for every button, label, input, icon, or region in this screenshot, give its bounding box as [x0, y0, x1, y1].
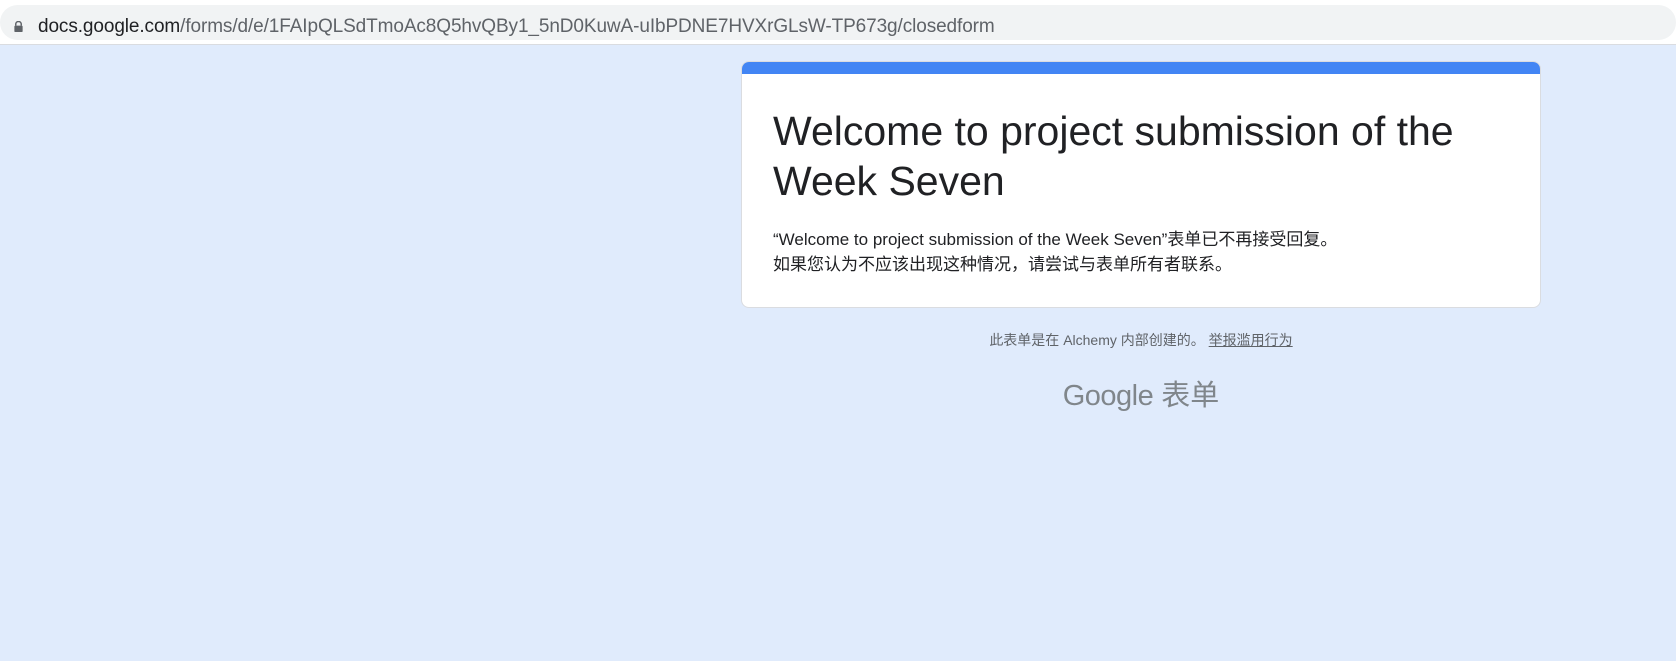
browser-address-bar: docs.google.com/forms/d/e/1FAIpQLSdTmoAc… [0, 0, 1676, 45]
lock-icon[interactable] [13, 21, 24, 32]
closed-message: “Welcome to project submission of the We… [773, 227, 1337, 277]
closed-message-line-1: “Welcome to project submission of the We… [773, 230, 1338, 249]
closed-message-line-2: 如果您认为不应该出现这种情况，请尝试与表单所有者联系。 [773, 255, 1232, 274]
google-wordmark: Google [1062, 380, 1154, 412]
forms-wordmark: 表单 [1161, 380, 1220, 412]
form-title: Welcome to project submission of the Wee… [773, 108, 1454, 204]
form-footer: 此表单是在 Alchemy 内部创建的。 举报滥用行为 [741, 330, 1541, 350]
created-in-text: 此表单是在 Alchemy 内部创建的。 [989, 332, 1205, 348]
google-forms-logo[interactable]: Google 表单 [741, 372, 1541, 414]
url-host: docs.google.com [38, 16, 181, 37]
card-accent-bar [742, 62, 1540, 74]
report-abuse-link[interactable]: 举报滥用行为 [1209, 332, 1293, 348]
form-closed-card: Welcome to project submission of the Wee… [741, 61, 1541, 308]
url-field[interactable]: docs.google.com/forms/d/e/1FAIpQLSdTmoAc… [0, 5, 1676, 40]
url-path: /forms/d/e/1FAIpQLSdTmoAc8Q5hvQBy1_5nD0K… [180, 16, 995, 37]
url-text[interactable]: docs.google.com/forms/d/e/1FAIpQLSdTmoAc… [38, 16, 995, 38]
